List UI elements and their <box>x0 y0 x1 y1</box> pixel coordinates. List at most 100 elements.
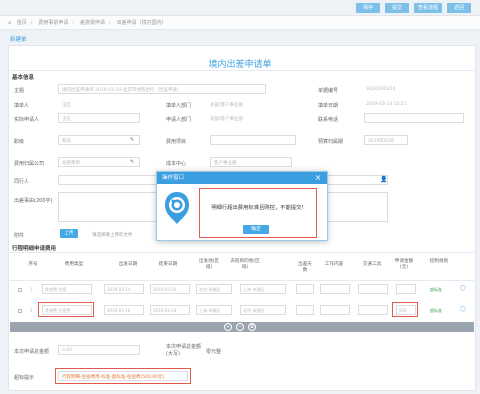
ok-button[interactable]: 确定 <box>243 225 269 234</box>
to-value: 上海-市辖区 <box>243 287 265 292</box>
from-value: 北京-市辖区 <box>199 287 221 292</box>
budget-period-value: 2019年03月 <box>368 139 395 144</box>
col-header: 出发地(区域) <box>198 259 220 270</box>
start-date-value: 2019-03-14 <box>107 287 131 292</box>
project-input[interactable] <box>210 135 296 145</box>
company-label: 费用归属公司 <box>14 161 45 167</box>
plus-icon[interactable]: + <box>224 323 232 331</box>
dialog-title: 操作窗口 <box>157 172 327 184</box>
view-flow-button[interactable]: 查看流程 <box>414 3 442 13</box>
highlight-box <box>55 368 191 384</box>
basic-info-section: 基本信息 <box>12 75 35 81</box>
pencil-icon[interactable]: ✎ <box>130 159 134 165</box>
app-dept-label: 申请人部门 <box>166 117 192 123</box>
work-input[interactable] <box>320 305 350 315</box>
applicant-dept-label: 填单人部门 <box>166 103 192 109</box>
dialog-message: 明细行超出费用标准且刚控，不能提交！ <box>211 205 307 211</box>
divider <box>10 280 474 281</box>
doc-no-value: SQ2019031X <box>366 87 396 92</box>
col-header: 工作内容 <box>324 262 344 267</box>
fill-date-value: 2019-03-14 10:21 <box>366 102 407 107</box>
breadcrumb-item[interactable]: 费用事前申请 <box>38 20 68 26</box>
position-label: 职级 <box>14 139 25 145</box>
budget-period-label: 预算归属期 <box>318 139 344 145</box>
total-value: 0.00 <box>62 348 73 353</box>
fee-type-value: 差旅费-住宿 <box>45 287 67 292</box>
highlight-box <box>38 302 94 317</box>
attachment-hint: 请选择要上传的文件 <box>92 233 133 238</box>
cost-center-value: 客户事业部 <box>214 161 237 166</box>
add-row-icon[interactable]: ◯ <box>460 285 466 291</box>
highlight-box <box>392 302 418 317</box>
save-button[interactable]: 保存 <box>356 3 380 13</box>
total-upper-label: 本次申请总金额(大写) <box>166 344 202 357</box>
row-checkbox[interactable] <box>18 309 22 313</box>
back-button[interactable]: 返回 <box>447 3 471 13</box>
actual-applicant-value: 王红 <box>62 117 71 122</box>
breadcrumb: ⌂ 首页 › 费用事前申请 › 差旅费申请 › 出差申请（境内国内） <box>0 16 480 30</box>
days-input[interactable] <box>296 305 314 315</box>
subject-label: 主题 <box>14 88 25 94</box>
copy-icon[interactable]: ⧉ <box>248 323 256 331</box>
col-header: 申请金额(元) <box>394 259 414 270</box>
warning-label: 超标提示 <box>14 375 35 381</box>
upload-button[interactable]: 上传 <box>60 229 78 238</box>
applicant-dept-value: 总部/客户事业部 <box>210 103 244 108</box>
row-no: 2 <box>30 308 33 313</box>
divider <box>10 252 474 253</box>
row-checkbox[interactable] <box>18 288 22 292</box>
companion-label: 同行人 <box>14 179 30 185</box>
phone-input[interactable] <box>364 113 464 123</box>
start-date-value: 2019-03-16 <box>107 308 131 313</box>
applicant-label: 填单人 <box>14 103 30 109</box>
attachment-label: 附件 <box>14 233 25 239</box>
total-upper-value: 零元整 <box>206 349 222 355</box>
col-header: 去程目的地(区域) <box>230 259 260 270</box>
close-icon[interactable]: × <box>313 172 323 184</box>
person-icon[interactable]: 👤 <box>380 176 387 183</box>
home-icon[interactable]: ⌂ <box>8 20 11 26</box>
submit-button[interactable]: 提交 <box>385 3 409 13</box>
transport-input[interactable] <box>358 305 388 315</box>
work-input[interactable] <box>320 284 350 294</box>
subject-value: 境内出差申请单-2019-03-14-北京市地铁出行（出差申请） <box>62 88 182 93</box>
position-value: 职员 <box>62 139 71 144</box>
row-no: 1 <box>30 287 33 292</box>
divider <box>10 70 474 71</box>
total-label: 本次申请总金额 <box>14 349 50 355</box>
col-header: 交通工具 <box>362 262 382 267</box>
end-date-value: 2019-03-18 <box>153 308 177 313</box>
breadcrumb-item[interactable]: 差旅费申请 <box>80 20 105 26</box>
minus-icon[interactable]: − <box>236 323 244 331</box>
company-value: 总部费用 <box>62 161 80 166</box>
itinerary-section: 行程明细申请费用 <box>12 246 57 252</box>
col-header: 出差天数 <box>298 262 312 273</box>
applicant-value: 王红 <box>62 103 71 108</box>
page-title: 境内出差申请单 <box>208 60 272 70</box>
col-header: 结束日期 <box>158 262 178 267</box>
col-header: 费用类型 <box>64 262 84 267</box>
rule-value: 超标准 <box>430 308 442 313</box>
add-row-icon[interactable]: ◯ <box>460 306 466 312</box>
fill-date-label: 填单日期 <box>318 103 339 109</box>
actual-applicant-label: 实际申请人 <box>14 117 40 123</box>
app-dept-value: 总部/客户事业部 <box>210 117 244 122</box>
phone-label: 联系电话 <box>318 117 339 123</box>
col-header: 序号 <box>28 262 38 267</box>
end-date-value: 2019-03-16 <box>153 287 177 292</box>
amount-input[interactable] <box>396 284 416 294</box>
tab-new[interactable]: 新建单 <box>10 35 27 43</box>
info-logo-icon <box>163 190 191 230</box>
transport-input[interactable] <box>358 284 388 294</box>
project-label: 费用项目 <box>166 139 187 145</box>
to-value: 北京-市辖区 <box>243 308 265 313</box>
pencil-icon[interactable]: ✎ <box>130 137 134 143</box>
alert-dialog: 操作窗口 × 明细行超出费用标准且刚控，不能提交！ 确定 <box>156 171 328 241</box>
breadcrumb-item[interactable]: 首页 <box>17 20 27 26</box>
reason-label: 出差事由(200字) <box>14 198 53 204</box>
days-input[interactable] <box>296 284 314 294</box>
doc-no-label: 单据编号 <box>318 88 339 94</box>
col-header: 出发日期 <box>118 262 138 267</box>
from-value: 上海-市辖区 <box>199 308 221 313</box>
cost-center-label: 成本中心 <box>166 161 187 167</box>
